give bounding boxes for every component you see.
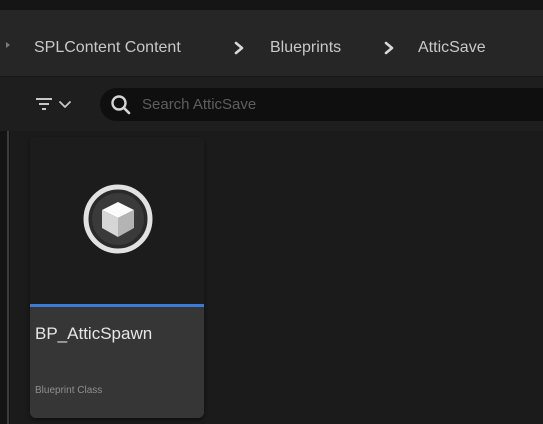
breadcrumb-item-atticsave[interactable]: AtticSave <box>418 38 486 58</box>
asset-type-label: Blueprint Class <box>35 385 103 396</box>
breadcrumb-item-blueprints[interactable]: Blueprints <box>270 38 341 58</box>
breadcrumb-item-splcontent-content[interactable]: SPLContent Content <box>34 38 181 58</box>
blueprint-class-icon <box>83 184 153 254</box>
filter-button[interactable] <box>30 90 92 118</box>
content-browser: SPLContent Content Blueprints AtticSave <box>0 0 543 424</box>
asset-thumbnail <box>30 137 204 304</box>
breadcrumb: SPLContent Content Blueprints AtticSave <box>0 10 543 77</box>
search-input[interactable] <box>142 92 542 116</box>
search-box[interactable] <box>100 88 543 121</box>
asset-tile[interactable]: BP_AtticSpawn Blueprint Class <box>30 137 204 418</box>
asset-info: BP_AtticSpawn Blueprint Class <box>30 307 204 418</box>
filter-icon <box>36 98 71 110</box>
breadcrumb-overflow-arrow-icon[interactable] <box>6 42 10 48</box>
breadcrumb-separator-icon[interactable] <box>382 40 396 56</box>
splitter-handle[interactable] <box>7 131 9 424</box>
toolbar <box>0 77 543 131</box>
breadcrumb-separator-icon[interactable] <box>232 40 246 56</box>
asset-name: BP_AtticSpawn <box>35 324 153 343</box>
left-panel-edge <box>0 131 10 424</box>
window-top-strip <box>0 0 543 10</box>
search-icon <box>111 95 131 115</box>
